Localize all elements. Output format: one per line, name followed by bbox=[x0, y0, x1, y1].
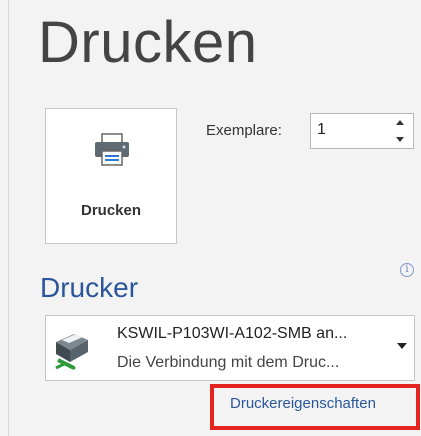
chevron-down-icon[interactable] bbox=[397, 343, 407, 349]
copies-label: Exemplare: bbox=[206, 122, 282, 139]
printer-dropdown[interactable]: KSWIL-P103WI-A102-SMB an... Die Verbindu… bbox=[45, 315, 415, 381]
page-title: Drucken bbox=[38, 10, 258, 75]
spin-up-icon[interactable] bbox=[395, 118, 405, 128]
backstage-edge bbox=[0, 0, 9, 436]
info-icon[interactable]: i bbox=[400, 263, 414, 277]
copies-value[interactable]: 1 bbox=[317, 121, 326, 139]
printer-name: KSWIL-P103WI-A102-SMB an... bbox=[117, 325, 348, 342]
printer-section-title: Drucker bbox=[40, 272, 139, 303]
print-button-label: Drucken bbox=[80, 202, 142, 219]
printer-icon bbox=[95, 133, 129, 166]
spin-down-icon[interactable] bbox=[395, 134, 405, 144]
copies-spinner[interactable]: 1 bbox=[310, 113, 414, 149]
network-printer-icon bbox=[55, 334, 88, 370]
print-button[interactable]: Drucken bbox=[45, 108, 177, 244]
printer-properties-link[interactable]: Druckereigenschaften bbox=[230, 395, 376, 412]
printer-status: Die Verbindung mit dem Druc... bbox=[117, 354, 340, 371]
